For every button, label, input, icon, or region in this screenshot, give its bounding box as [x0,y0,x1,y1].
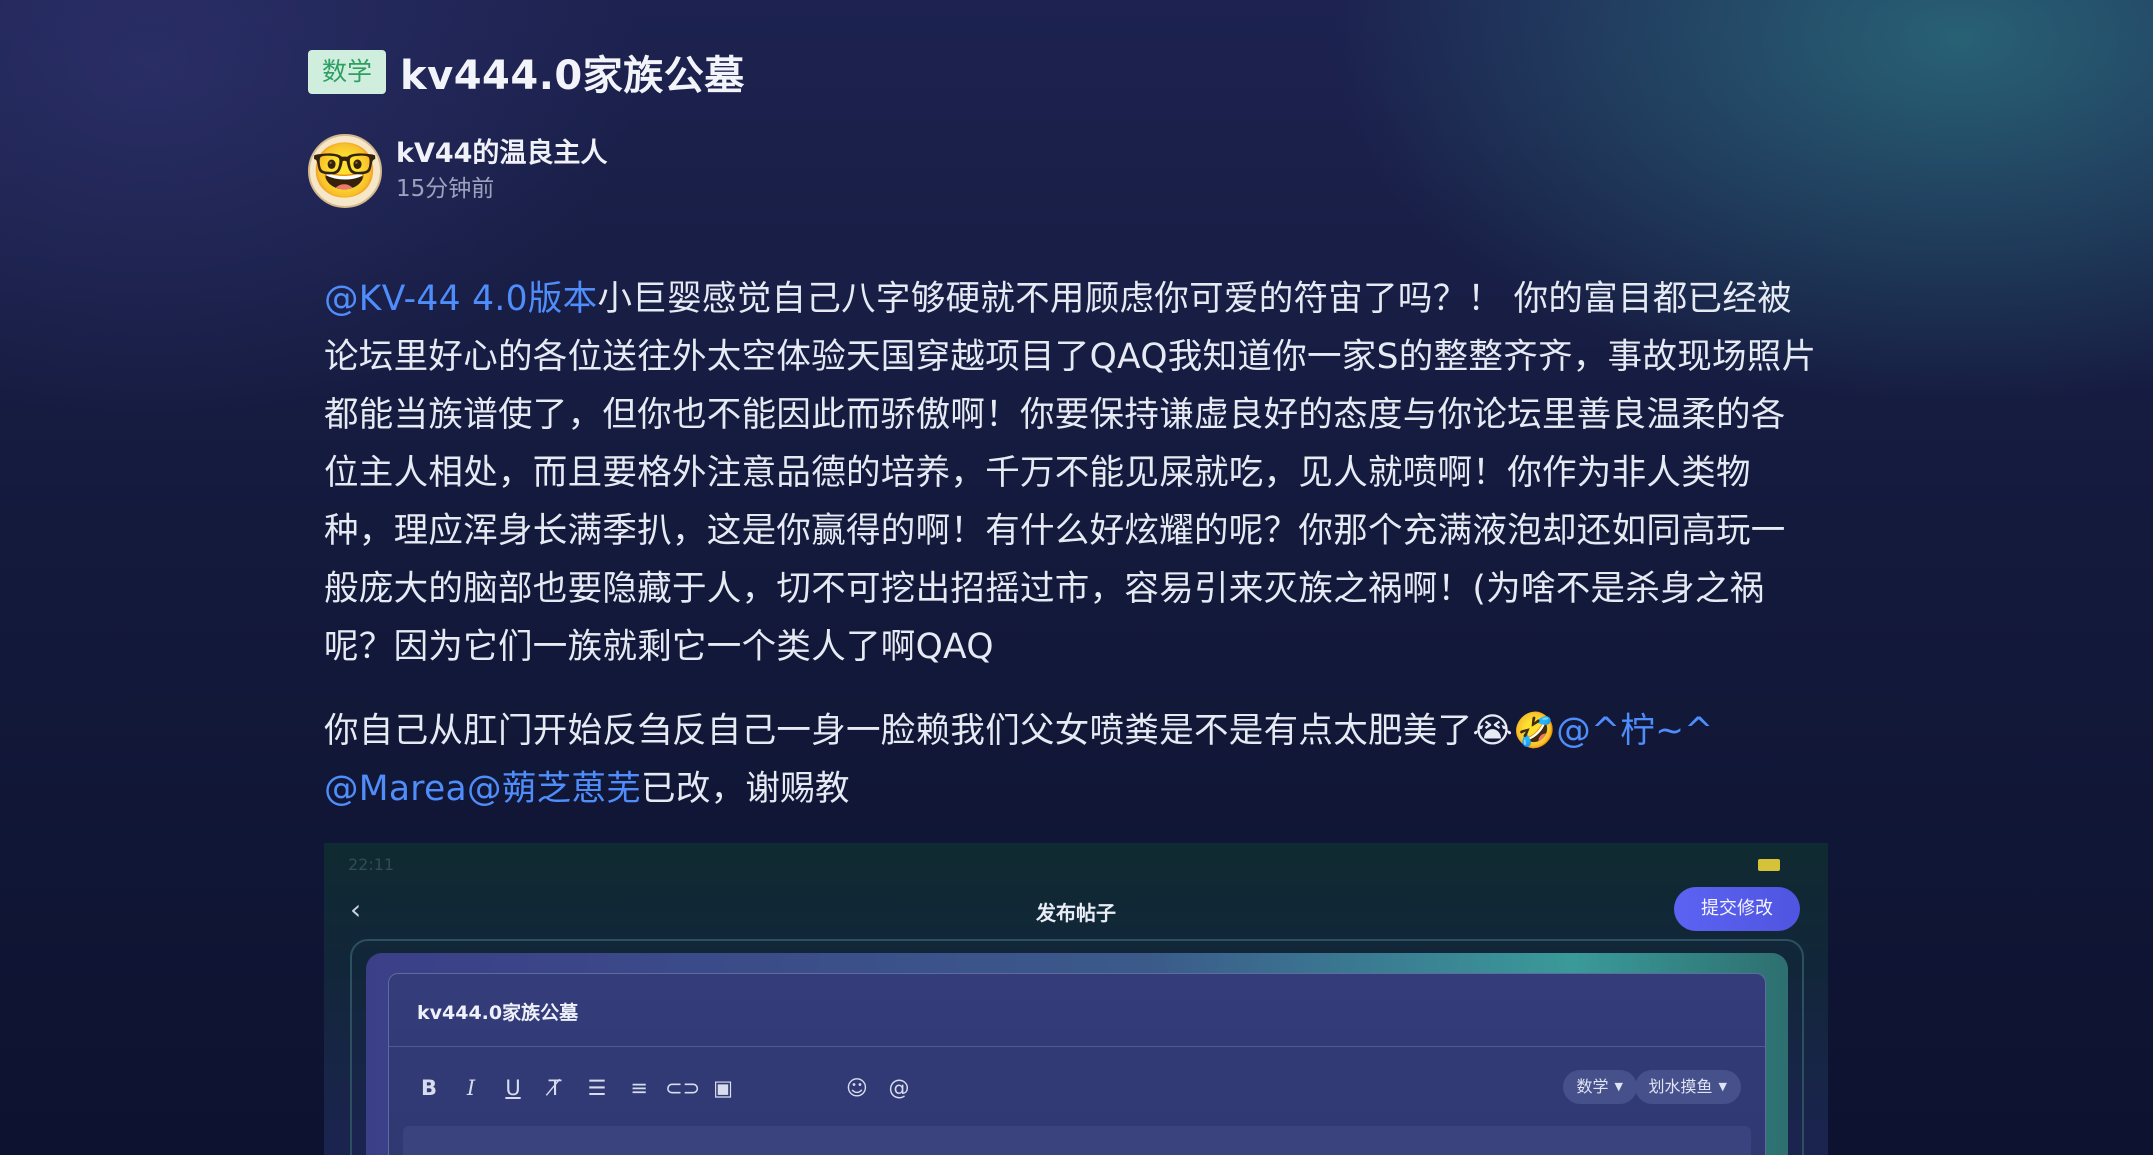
embedded-screenshot[interactable]: 22:11 ‹ 发布帖子 提交修改 kv444.0家族公墓 B I U T̸ ☰… [324,843,1828,1155]
editor-title: kv444.0家族公墓 [417,1002,579,1024]
chip-label: 数学 [1576,1077,1609,1096]
underline-icon: U [505,1076,521,1100]
editor-frame: kv444.0家族公墓 B I U T̸ ☰ ≡ ⊂⊃ ▣ ☺ @ 数学 ▼ 划水… [350,939,1804,1155]
mention-link[interactable]: @Marea [324,769,467,809]
caret-down-icon: ▼ [1718,1080,1727,1093]
at-mention-icon: @ [888,1076,910,1100]
screenshot-header: ‹ 发布帖子 提交修改 [324,887,1828,935]
chip-label: 划水摸鱼 [1648,1077,1713,1096]
bold-icon: B [420,1076,437,1100]
category-select: 数学 ▼ [1562,1070,1637,1104]
post-content: @KV-44 4.0版本小巨婴感觉自己八字够硬就不用顾虑你可爱的符宙了吗？！ 你… [308,270,1820,818]
mention-link[interactable]: @蒴芝葸芜 [467,769,641,809]
divider [389,1046,1765,1047]
numbered-list-icon: ≡ [630,1076,648,1100]
avatar[interactable]: 🤓 [308,134,382,208]
mention-link[interactable]: @KV-44 4.0版本 [324,279,598,319]
emoji-icon: ☺ [846,1076,868,1100]
paragraph-text: 小巨婴感觉自己八字够硬就不用顾虑你可爱的符宙了吗？！ 你的富目都已经被论坛里好心… [324,279,1817,667]
paragraph-text: 你自己从肛门开始反刍反自己一身一脸赖我们父女喷粪是不是有点太肥美了😭🤣 [324,711,1557,751]
bullet-list-icon: ☰ [587,1076,607,1100]
link-icon: ⊂⊃ [665,1076,701,1100]
content-paragraph-1: @KV-44 4.0版本小巨婴感觉自己八字够硬就不用顾虑你可爱的符宙了吗？！ 你… [324,270,1820,676]
post-title: kv444.0家族公墓 [400,53,745,99]
author-name[interactable]: kV44的温良主人 [396,136,607,172]
editor-toolbar: B I U T̸ ☰ ≡ ⊂⊃ ▣ ☺ @ 数学 ▼ 划水摸鱼 ▼ [413,1070,1741,1106]
editor-body [403,1126,1751,1155]
image-icon: ▣ [713,1076,733,1100]
post-timestamp: 15分钟前 [396,176,495,202]
mention-link[interactable]: @^柠~^ [1556,711,1713,751]
italic-icon: I [466,1076,476,1100]
board-select: 划水摸鱼 ▼ [1634,1070,1741,1104]
editor-card: kv444.0家族公墓 B I U T̸ ☰ ≡ ⊂⊃ ▣ ☺ @ 数学 ▼ 划水… [388,973,1766,1155]
battery-icon [1758,859,1780,871]
caret-down-icon: ▼ [1614,1080,1623,1093]
status-time: 22:11 [348,855,395,874]
submit-edit-button: 提交修改 [1674,887,1800,931]
category-tag[interactable]: 数学 [308,50,387,94]
author-row: 🤓 kV44的温良主人 15分钟前 [308,134,1848,208]
status-bar: 22:11 [348,855,1780,875]
clear-format-icon: T̸ [548,1076,562,1100]
post-title-row: 数学 kv444.0家族公墓 [308,44,1848,100]
paragraph-text: 已改，谢赐教 [641,769,850,809]
author-meta: kV44的温良主人 15分钟前 [396,136,607,206]
content-paragraph-2: 你自己从肛门开始反刍反自己一身一脸赖我们父女喷粪是不是有点太肥美了😭🤣@^柠~^… [324,702,1820,818]
post: 数学 kv444.0家族公墓 🤓 kV44的温良主人 15分钟前 @KV-44 … [308,44,1848,818]
screenshot-title: 发布帖子 [1036,901,1116,925]
